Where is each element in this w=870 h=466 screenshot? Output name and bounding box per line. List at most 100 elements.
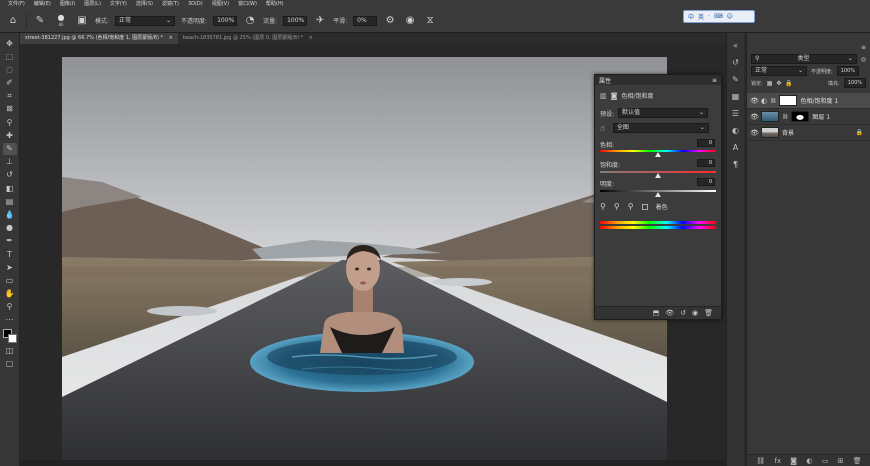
flow-field[interactable]: 100% [283,15,308,26]
ime-english[interactable]: 英 [698,12,704,21]
layer-opacity-field[interactable]: 100% [836,66,859,76]
ime-toolbar[interactable]: 中 英 · ⌨ ☺ [683,10,755,23]
home-icon[interactable]: ⌂ [6,14,20,28]
blend-mode-dropdown[interactable]: 正常 ⌄ [751,66,807,76]
pressure-size-icon[interactable]: ◉ [403,14,417,28]
view-previous-icon[interactable]: 👁 [665,309,674,317]
smooth-field[interactable]: 0% [353,15,378,26]
chain-icon[interactable]: ⛓ [770,98,776,104]
layer-row-layer-1[interactable]: 👁 ⛓ 图层 1 [747,109,870,125]
menu-help[interactable]: 帮助(H) [266,0,284,9]
menu-window[interactable]: 窗口(W) [238,0,257,9]
clone-stamp-tool-icon[interactable]: ⊥ [3,156,17,168]
marquee-tool-icon[interactable]: ⬚ [3,50,17,62]
ime-chinese[interactable]: 中 [688,12,694,21]
hand-adjust-icon[interactable]: ☝ [600,124,605,133]
new-group-icon[interactable]: ▭ [822,457,829,465]
fx-icon[interactable]: fx [774,457,781,465]
brush-tool-icon-selected[interactable]: ✎ [2,142,17,155]
symmetry-icon[interactable]: ⧖ [423,14,437,28]
collapse-panels-icon[interactable]: « [730,39,742,51]
menu-edit[interactable]: 编辑(E) [34,0,51,9]
paragraph-icon[interactable]: ¶ [730,158,742,170]
move-tool-icon[interactable]: ✥ [3,37,17,49]
layer-row-hue-saturation[interactable]: 👁 ◐ ⛓ 色相/饱和度 1 [747,93,870,109]
chain-icon[interactable]: ⛓ [782,114,788,120]
character-icon[interactable]: A [730,141,742,153]
preset-dropdown[interactable]: 默认值 ⌄ [618,108,709,118]
background-color-swatch[interactable] [7,334,17,344]
hand-tool-icon[interactable]: ✋ [3,288,17,300]
adjustments-icon[interactable]: ◐ [730,124,742,136]
layer-mask-thumbnail[interactable] [779,95,798,106]
link-layers-icon[interactable]: ⛓ [756,457,765,465]
close-icon[interactable]: × [169,35,173,41]
screen-mode-icon[interactable]: ▢ [3,358,17,370]
airbrush-icon[interactable]: ✈ [313,14,327,28]
history-icon[interactable]: ↺ [730,56,742,68]
gear-icon[interactable]: ⚙ [383,14,397,28]
ime-keyboard[interactable]: ⌨ [714,13,723,20]
tab-street[interactable]: street-381227.jpg @ 66.7% (色相/饱和度 1, 图层蒙… [20,33,178,44]
eyedropper-tool-icon[interactable]: ⚲ [3,116,17,128]
document-canvas[interactable] [62,57,667,460]
pressure-opacity-icon[interactable]: ◔ [243,14,257,28]
lock-all-icon[interactable]: 🔒 [785,80,792,87]
lock-pixels-icon[interactable]: ▦ [767,80,773,87]
menu-file[interactable]: 文件(F) [8,0,25,9]
eye-icon[interactable]: 👁 [750,97,759,105]
saturation-slider[interactable] [600,171,716,178]
hue-slider-knob[interactable] [655,152,661,157]
ime-punct[interactable]: · [708,13,710,20]
zoom-tool-icon[interactable]: ⚲ [3,301,17,313]
new-adjustment-icon[interactable]: ◐ [806,457,812,465]
lock-position-icon[interactable]: ✥ [776,80,781,87]
properties-icon[interactable]: ☰ [730,107,742,119]
quick-mask-icon[interactable]: ◫ [3,344,17,356]
ime-emoji[interactable]: ☺ [727,13,733,20]
trash-icon[interactable]: 🗑 [704,309,713,317]
type-tool-icon[interactable]: T [3,248,17,260]
fill-field[interactable]: 100% [843,78,866,88]
mask-icon[interactable]: ◙ [611,92,618,100]
channel-dropdown[interactable]: 全图 ⌄ [612,123,709,133]
gradient-tool-icon[interactable]: ▤ [3,195,17,207]
frame-tool-icon[interactable]: ⊠ [3,103,17,115]
lightness-slider[interactable] [600,190,716,197]
add-mask-icon[interactable]: ◙ [790,457,797,465]
pen-tool-icon[interactable]: ✒ [3,235,17,247]
close-icon[interactable]: × [309,35,313,41]
dodge-tool-icon[interactable]: ● [3,222,17,234]
menu-layer[interactable]: 图层(L) [84,0,101,9]
rectangle-tool-icon[interactable]: ▭ [3,274,17,286]
menu-view[interactable]: 视图(V) [212,0,229,9]
menu-type[interactable]: 文字(Y) [110,0,127,9]
brush-settings-icon[interactable]: ✎ [730,73,742,85]
colorize-checkbox[interactable] [641,203,648,210]
swatches-icon[interactable]: ▦ [730,90,742,102]
new-layer-icon[interactable]: ⊞ [838,457,844,465]
saturation-slider-knob[interactable] [655,173,661,178]
menu-3d[interactable]: 3D(D) [188,0,203,9]
layer-mask-thumbnail[interactable] [791,111,810,122]
lasso-tool-icon[interactable]: ◌ [3,63,17,75]
mode-dropdown[interactable]: 正常 ⌄ [115,15,176,26]
menu-image[interactable]: 图像(I) [60,0,75,9]
layer-thumbnail[interactable] [761,111,779,122]
color-swatches[interactable] [2,329,17,344]
eye-icon[interactable]: 👁 [750,113,759,121]
reset-icon[interactable]: ↺ [680,309,686,317]
history-brush-tool-icon[interactable]: ↺ [3,169,17,181]
clip-to-layer-icon[interactable]: ⬒ [653,309,660,317]
brush-settings-icon[interactable]: ▣ [75,14,89,28]
menu-filter[interactable]: 滤镜(T) [162,0,179,9]
horizontal-scrollbar[interactable] [20,460,726,466]
eyedropper-icon[interactable]: ⚲ [600,202,606,211]
hue-slider[interactable] [600,150,716,157]
panel-menu-icon[interactable]: ≡ [861,44,866,51]
eye-icon[interactable]: 👁 [750,129,759,137]
trash-icon[interactable]: 🗑 [853,457,862,465]
lightness-field[interactable]: 0 [697,178,715,186]
more-tools-icon[interactable]: ⋯ [3,314,17,326]
saturation-field[interactable]: 0 [697,159,715,167]
